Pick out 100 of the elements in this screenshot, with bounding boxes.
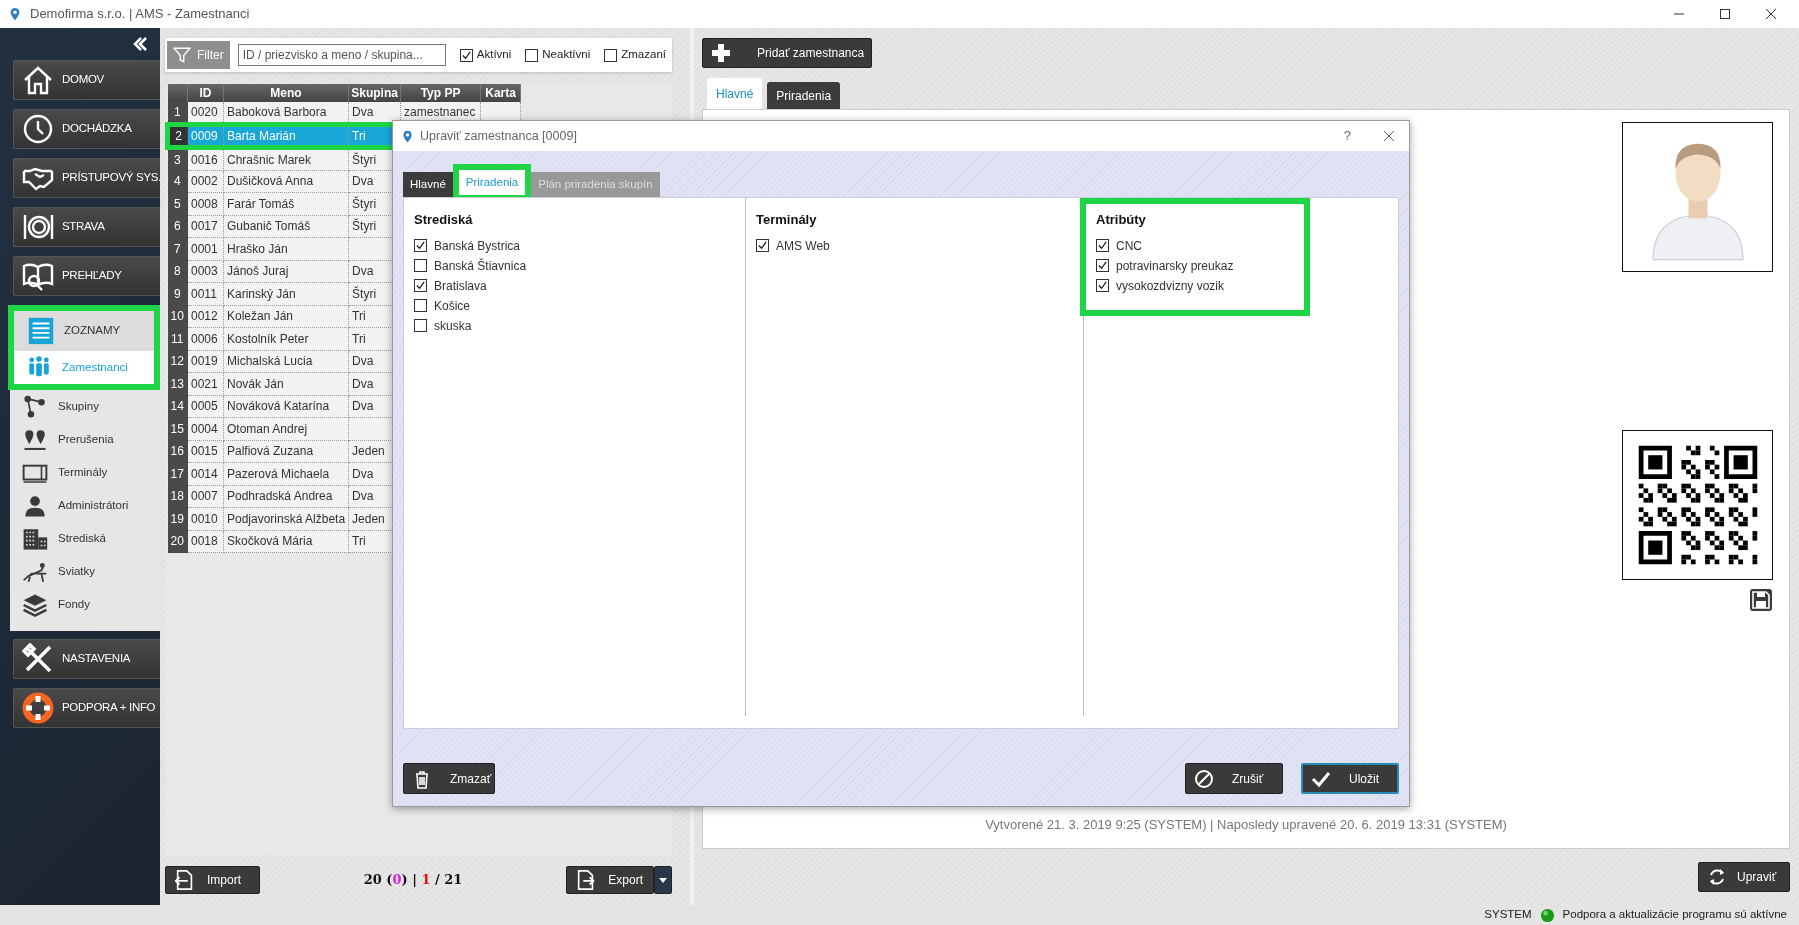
nav-item[interactable]: Fondy	[10, 588, 160, 621]
row-number: 8	[167, 260, 188, 283]
status-message: Podpora a aktualizácie programu sú aktívne	[1562, 907, 1787, 923]
prohibited-icon	[1194, 768, 1214, 789]
section-heading: Atribúty	[1096, 211, 1147, 229]
row-number: 12	[167, 350, 188, 373]
close-icon[interactable]	[1383, 130, 1395, 142]
checkbox[interactable]	[756, 239, 769, 252]
section-heading: Terminály	[756, 211, 818, 229]
nav-button[interactable]: NASTAVENIA	[13, 639, 160, 679]
nav-button[interactable]: DOMOV	[13, 60, 160, 100]
column-header[interactable]: Typ PP	[400, 84, 481, 102]
window-title: Demofirma s.r.o. | AMS - Zamestnanci	[30, 5, 250, 24]
table-cell: 0009	[187, 124, 224, 148]
record-count: 20 (0) | 1 / 21	[363, 871, 463, 890]
dialog-title: Upraviť zamestnanca [0009]	[420, 127, 577, 145]
nav-button[interactable]: DOCHÁDZKA	[13, 109, 160, 149]
checkbox-label: Banská Bystrica	[434, 237, 521, 255]
collapse-icon[interactable]	[132, 36, 148, 52]
checkbox[interactable]	[1096, 279, 1109, 292]
table-cell: Podhradská Andrea	[223, 485, 349, 508]
column-header[interactable]: ID	[187, 84, 224, 102]
search-field[interactable]: ID / priezvisko a meno / skupina...	[237, 44, 446, 66]
checkbox-label: CNC	[1116, 237, 1142, 255]
checkbox-label: Košice	[434, 297, 471, 315]
cancel-button[interactable]: Zrušiť	[1185, 763, 1283, 794]
row-number: 1	[167, 102, 188, 125]
tab[interactable]: Hlavné	[707, 78, 763, 109]
tab[interactable]: Priradenia	[767, 82, 841, 109]
status-dot-icon	[1539, 907, 1555, 923]
tab[interactable]: Hlavné	[403, 172, 453, 197]
checkbox[interactable]	[414, 299, 427, 312]
clock-icon	[22, 113, 54, 145]
nav-button[interactable]: PODPORA + INFO	[13, 688, 160, 728]
close-icon[interactable]	[1765, 8, 1777, 20]
checkbox-label: Bratislava	[434, 277, 487, 295]
edit-button[interactable]: Upraviť	[1698, 862, 1790, 893]
checkbox-label: skuska	[434, 317, 472, 335]
table-cell: Michalská Lucia	[223, 350, 349, 373]
checkbox[interactable]	[1096, 239, 1109, 252]
map-pin-icon	[8, 7, 22, 21]
table-cell: Barta Marián	[223, 124, 349, 148]
checkbox[interactable]	[414, 279, 427, 292]
checkbox[interactable]	[525, 48, 539, 62]
table-cell: Dušičková Anna	[223, 170, 349, 193]
row-number: 16	[167, 440, 188, 463]
checkbox-label: AMS Web	[776, 237, 830, 255]
checkbox-label: Aktívni	[476, 47, 512, 63]
nav-item[interactable]: Prerušenia	[10, 423, 160, 456]
nav-item[interactable]: Strediská	[10, 522, 160, 555]
row-number: 15	[167, 417, 188, 440]
house-icon	[22, 64, 54, 96]
nav-button[interactable]: PRÍSTUPOVÝ SYS.	[13, 158, 160, 198]
nav-button[interactable]: STRAVA	[13, 207, 160, 247]
column-header[interactable]: Meno	[223, 84, 349, 102]
nav-button[interactable]: PREHĽADY	[13, 256, 160, 296]
floppy-disk-icon[interactable]	[1749, 588, 1773, 612]
nav-item[interactable]: Skupiny	[10, 390, 160, 423]
checkbox[interactable]	[414, 319, 427, 332]
delete-button[interactable]: Zmazať	[403, 763, 495, 794]
checkbox-label: Zmazaní	[621, 47, 666, 63]
lifebuoy-icon	[22, 692, 54, 724]
caret-icon	[658, 875, 668, 885]
maximize-icon[interactable]	[1719, 8, 1731, 20]
export-button[interactable]: Export	[566, 866, 654, 894]
section-title: ZOZNAMY	[64, 323, 121, 339]
checkbox[interactable]	[1096, 259, 1109, 272]
funnel-icon	[173, 46, 191, 64]
row-number: 13	[167, 372, 188, 395]
checkbox-label: vysokozdvizny vozik	[1116, 277, 1225, 295]
column-header[interactable]: Karta	[480, 84, 521, 102]
row-number: 9	[167, 282, 188, 305]
nav-item[interactable]: Sviatky	[10, 555, 160, 588]
checkbox[interactable]	[414, 259, 427, 272]
refresh-icon	[1707, 867, 1727, 888]
table-cell: Gubanič Tomáš	[223, 215, 349, 238]
row-number: 4	[167, 170, 188, 193]
row-number: 6	[167, 215, 188, 238]
column-header[interactable]: Skupina	[348, 84, 401, 102]
checkbox[interactable]	[414, 239, 427, 252]
audit-text: Vytvorené 21. 3. 2019 9:25 (SYSTEM) | Naposledy upravené 20. 6. 2019 13:31 (SYSTEM)	[984, 815, 1508, 834]
nav-item[interactable]: Administrátori	[10, 489, 160, 522]
row-number: 5	[167, 192, 188, 215]
checkbox[interactable]	[459, 48, 473, 62]
nodes-icon	[22, 393, 48, 420]
map-pin-icon	[401, 129, 414, 143]
add-employee-button[interactable]: Pridať zamestnanca	[702, 38, 872, 68]
help-button[interactable]: ?	[1343, 126, 1351, 146]
tools-icon	[22, 643, 54, 675]
import-button[interactable]: Import	[165, 866, 260, 894]
nav-item[interactable]: Terminály	[10, 456, 160, 489]
row-number: 18	[167, 485, 188, 508]
table-cell: Baboková Barbora	[223, 102, 349, 125]
checkbox[interactable]	[604, 48, 618, 62]
document-arrow-icon	[575, 869, 597, 891]
save-button[interactable]: Uložit	[1301, 763, 1399, 794]
section-heading: Strediská	[414, 211, 474, 229]
dropdown-button[interactable]	[654, 866, 672, 894]
row-number: 7	[167, 237, 188, 260]
row-number: 14	[167, 395, 188, 418]
